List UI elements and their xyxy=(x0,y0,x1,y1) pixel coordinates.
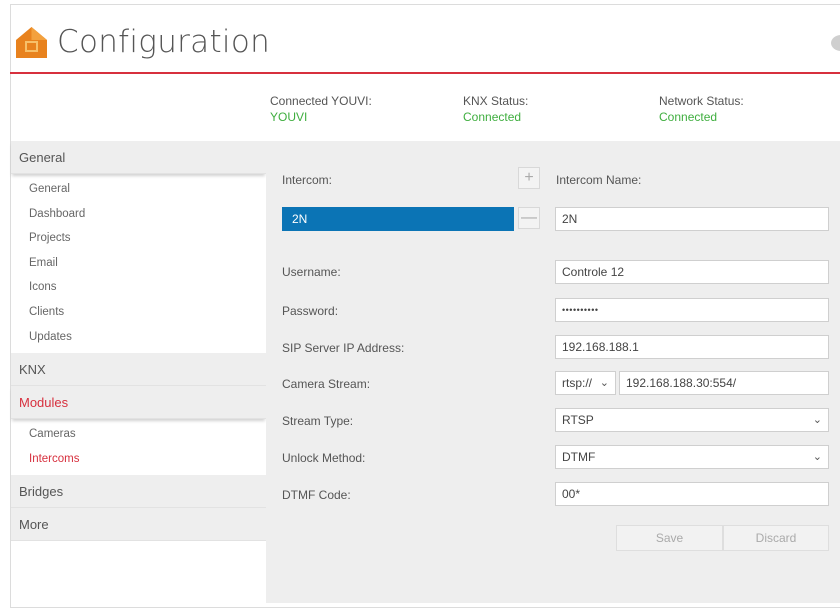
status-youvi: Connected YOUVI: YOUVI xyxy=(270,93,372,125)
sidebar-section-bridges[interactable]: Bridges xyxy=(11,475,266,509)
password-field[interactable]: •••••••••• xyxy=(555,298,829,322)
header: Configuration xyxy=(10,4,840,74)
add-intercom-button[interactable]: + xyxy=(518,167,540,189)
sidebar-item-cameras[interactable]: Cameras xyxy=(11,422,266,447)
home-app-logo-icon xyxy=(16,27,47,58)
sidebar-section-modules[interactable]: Modules xyxy=(11,386,266,420)
page-title: Configuration xyxy=(57,24,271,60)
camera-protocol-select[interactable]: rtsp:// ⌄ xyxy=(555,371,616,395)
intercom-settings-panel: Intercom: + — 2N Intercom Name: 2N Usern… xyxy=(266,141,840,603)
sidebar-item-clients[interactable]: Clients xyxy=(11,299,266,325)
camera-protocol-value: rtsp:// xyxy=(562,376,593,390)
sidebar-item-projects[interactable]: Projects xyxy=(11,226,266,251)
status-label: Network Status: xyxy=(659,94,744,108)
sidebar-item-email[interactable]: Email xyxy=(11,250,266,276)
unlock-method-select[interactable]: DTMF ⌄ xyxy=(555,445,829,469)
status-label: Connected YOUVI: xyxy=(270,94,372,108)
sidebar-item-general[interactable]: General xyxy=(11,177,266,202)
discard-button[interactable]: Discard xyxy=(723,525,829,551)
status-value: Connected xyxy=(659,110,718,124)
intercom-name-field[interactable]: 2N xyxy=(555,207,829,231)
username-label: Username: xyxy=(282,265,341,279)
sidebar-item-icons[interactable]: Icons xyxy=(11,275,266,300)
sidebar-item-intercoms[interactable]: Intercoms xyxy=(11,446,266,472)
status-label: KNX Status: xyxy=(463,94,529,108)
stream-type-value: RTSP xyxy=(562,413,594,427)
status-value: Connected xyxy=(463,110,522,124)
dtmf-code-label: DTMF Code: xyxy=(282,488,351,502)
unlock-method-label: Unlock Method: xyxy=(282,451,366,465)
stream-type-label: Stream Type: xyxy=(282,414,354,428)
password-label: Password: xyxy=(282,304,339,318)
remove-intercom-button[interactable]: — xyxy=(518,207,540,229)
sidebar-section-more[interactable]: More xyxy=(11,508,266,542)
chevron-down-icon: ⌄ xyxy=(812,451,822,463)
intercom-list-item[interactable]: 2N xyxy=(282,207,514,231)
camera-stream-label: Camera Stream: xyxy=(282,377,371,391)
sidebar: General General Dashboard Projects Email… xyxy=(11,141,266,542)
header-divider xyxy=(10,72,840,74)
intercom-label: Intercom: xyxy=(282,173,333,187)
sidebar-general-list: General Dashboard Projects Email Icons C… xyxy=(11,174,266,354)
sidebar-item-dashboard[interactable]: Dashboard xyxy=(11,201,266,227)
username-field[interactable]: Controle 12 xyxy=(555,260,829,284)
chat-bubble-icon[interactable] xyxy=(828,34,840,54)
sidebar-item-updates[interactable]: Updates xyxy=(11,324,266,350)
chevron-down-icon: ⌄ xyxy=(812,414,822,426)
sip-server-label: SIP Server IP Address: xyxy=(282,341,405,355)
save-button[interactable]: Save xyxy=(616,525,723,551)
stream-type-select[interactable]: RTSP ⌄ xyxy=(555,408,829,432)
sip-server-field[interactable]: 192.168.188.1 xyxy=(555,335,829,359)
sidebar-section-general[interactable]: General xyxy=(11,141,266,174)
unlock-method-value: DTMF xyxy=(562,450,596,464)
camera-address-field[interactable]: 192.168.188.30:554/ xyxy=(619,371,829,395)
chevron-down-icon: ⌄ xyxy=(599,377,609,389)
dtmf-code-field[interactable]: 00* xyxy=(555,482,829,506)
status-network: Network Status: Connected xyxy=(659,93,744,125)
status-knx: KNX Status: Connected xyxy=(463,93,528,125)
intercom-name-label: Intercom Name: xyxy=(556,173,642,187)
sidebar-section-knx[interactable]: KNX xyxy=(11,353,266,387)
sidebar-modules-list: Cameras Intercoms xyxy=(11,419,266,476)
status-value: YOUVI xyxy=(270,110,308,124)
